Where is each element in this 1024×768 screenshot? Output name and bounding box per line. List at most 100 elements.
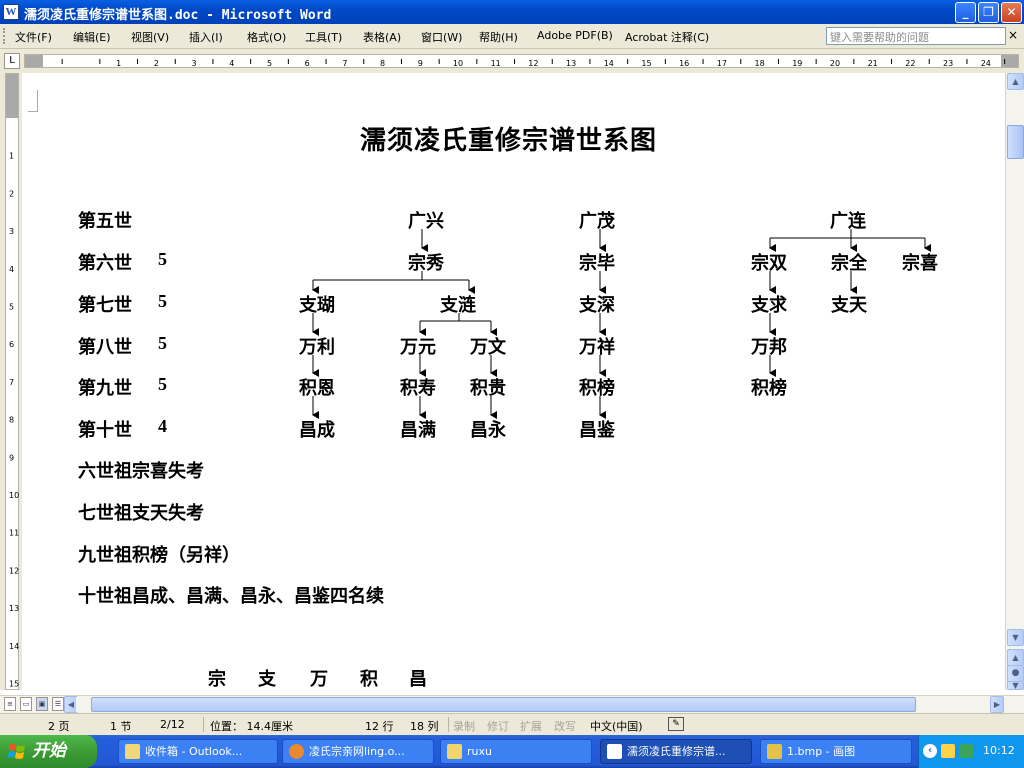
generation-label: 第七世: [78, 295, 132, 315]
web-layout-view-icon[interactable]: ▭: [20, 697, 32, 711]
note-line: 六世祖宗喜失考: [78, 461, 204, 481]
taskbar-button-label: 濡须凌氏重修宗谱...: [627, 745, 726, 758]
next-page-icon[interactable]: ▼: [1007, 681, 1024, 690]
document-page[interactable]: 濡须凌氏重修宗谱世系图 第五世 第六世 5 第七世 5 第八世 5 第九世 5 …: [22, 73, 1005, 695]
horizontal-scrollbar[interactable]: [76, 697, 1004, 712]
show-hidden-icons-icon[interactable]: ‹: [923, 744, 937, 758]
taskbar-browser[interactable]: 凌氏宗亲网ling.o...: [282, 739, 434, 764]
tree-node: 昌鉴: [579, 420, 615, 440]
generation-label: 第六世: [78, 253, 132, 273]
menu-view[interactable]: 视图(V): [131, 29, 169, 45]
generation-label: 第八世: [78, 337, 132, 357]
start-label: 开始: [32, 741, 66, 761]
ruler-tick-label: 11: [491, 59, 501, 68]
ruler-tick-label: 20: [830, 59, 840, 68]
horizontal-ruler[interactable]: 1 2 3 4 5 6 7 8 9 10 11 12 13 14 15 16 17 18 19 20 21 22 23 24: [24, 54, 1019, 68]
menu-adobe-pdf[interactable]: Adobe PDF(B): [537, 29, 613, 42]
ruler-tick-label: 13: [9, 604, 19, 613]
ruler-tick-label: 6: [9, 340, 14, 349]
tree-node: 支瑚: [299, 295, 335, 315]
ruler-tick-label: 5: [267, 59, 272, 68]
tree-node: 广连: [830, 211, 866, 231]
taskbar-paint[interactable]: 1.bmp - 画图: [760, 739, 912, 764]
ruler-tick-label: 1: [116, 59, 121, 68]
menu-acrobat-comments[interactable]: Acrobat 注释(C): [625, 29, 709, 45]
toolbar-grip[interactable]: [3, 28, 6, 44]
word-app-icon[interactable]: W: [3, 4, 19, 20]
ruler-tick-label: 7: [9, 378, 14, 387]
title-bar: W 濡须凌氏重修宗谱世系图.doc - Microsoft Word _ ❐ ✕: [0, 0, 1024, 24]
vertical-scrollbar[interactable]: ▲ ▼ ▲ ● ▼: [1005, 73, 1024, 690]
status-track-changes[interactable]: 修订: [487, 718, 509, 734]
tree-node: 积寿: [400, 378, 436, 398]
tree-node: 宗全: [831, 253, 867, 273]
ruler-tick-label: 23: [943, 59, 953, 68]
status-page: 2 页: [48, 720, 70, 733]
menu-window[interactable]: 窗口(W): [421, 29, 462, 45]
tree-node: 支涟: [440, 295, 476, 315]
scroll-down-icon[interactable]: ▼: [1007, 629, 1024, 646]
tab-selector-icon[interactable]: L: [4, 53, 20, 69]
note-line: 七世祖支天失考: [78, 503, 204, 523]
outline-view-icon[interactable]: ☰: [52, 697, 64, 711]
tree-node: 宗秀: [408, 253, 444, 273]
ruler-tick-label: 3: [192, 59, 197, 68]
menu-tools[interactable]: 工具(T): [305, 29, 342, 45]
menu-insert[interactable]: 插入(I): [189, 29, 223, 45]
ruler-tick-label: 18: [755, 59, 765, 68]
generation-label: 第十世: [78, 420, 132, 440]
help-search-input[interactable]: 键入需要帮助的问题: [826, 27, 1006, 45]
previous-page-icon[interactable]: ▲: [1007, 649, 1024, 666]
folder-icon: [447, 744, 462, 759]
vertical-ruler[interactable]: 1 2 3 4 5 6 7 8 9 10 11 12 13 14 15: [5, 73, 19, 690]
windows-logo-icon: [8, 744, 25, 759]
paint-icon: [767, 744, 782, 759]
scroll-up-icon[interactable]: ▲: [1007, 73, 1024, 90]
network-icon[interactable]: [959, 744, 973, 758]
taskbar-outlook[interactable]: 收件箱 - Outlook...: [118, 739, 278, 764]
maximize-button[interactable]: ❐: [978, 2, 999, 23]
menu-file[interactable]: 文件(F): [15, 29, 52, 45]
taskbar-word-document[interactable]: 濡须凌氏重修宗谱...: [600, 739, 752, 764]
ruler-tick-label: 13: [566, 59, 576, 68]
horizontal-scroll-thumb[interactable]: [91, 697, 916, 712]
select-browse-object-icon[interactable]: ●: [1007, 665, 1024, 682]
scroll-right-icon[interactable]: ▶: [990, 696, 1004, 713]
tree-node: 宗喜: [902, 253, 938, 273]
close-document-icon[interactable]: ×: [1008, 28, 1018, 42]
system-tray: ‹ 10:12: [918, 735, 1024, 768]
spelling-grammar-icon[interactable]: ✎: [668, 717, 684, 731]
ruler-tick-label: 12: [9, 566, 19, 575]
print-layout-view-icon[interactable]: ▣: [36, 697, 48, 711]
status-extend-selection[interactable]: 扩展: [520, 718, 542, 734]
ruler-tick-label: 11: [9, 529, 19, 538]
tree-node: 积恩: [299, 378, 335, 398]
note-line: 九世祖积榜（另祥）: [78, 545, 240, 565]
minimize-button[interactable]: _: [955, 2, 976, 23]
status-record-macro[interactable]: 录制: [453, 718, 475, 734]
tree-node: 宗毕: [579, 253, 615, 273]
tray-app-icon[interactable]: [941, 744, 955, 758]
status-overtype[interactable]: 改写: [554, 718, 576, 734]
taskbar-folder[interactable]: ruxu: [440, 739, 592, 764]
generation-label: 第九世: [78, 378, 132, 398]
menu-bar: 文件(F) 编辑(E) 视图(V) 插入(I) 格式(O) 工具(T) 表格(A…: [0, 24, 1024, 49]
menu-edit[interactable]: 编辑(E): [73, 29, 111, 45]
window-title: 濡须凌氏重修宗谱世系图.doc - Microsoft Word: [24, 8, 332, 23]
menu-table[interactable]: 表格(A): [363, 29, 401, 45]
ruler-tick-label: 15: [641, 59, 651, 68]
tree-node: 昌成: [299, 420, 335, 440]
note-line: 十世祖昌成、昌满、昌永、昌鉴四名续: [78, 586, 384, 606]
normal-view-icon[interactable]: ≡: [4, 697, 16, 711]
tree-node: 万利: [299, 337, 335, 357]
menu-help[interactable]: 帮助(H): [479, 29, 518, 45]
vertical-scroll-thumb[interactable]: [1007, 125, 1024, 159]
generation-count: 5: [158, 374, 167, 394]
firefox-icon: [289, 744, 304, 759]
start-button[interactable]: 开始: [0, 735, 97, 768]
tree-node: 广兴: [408, 211, 444, 231]
ruler-tick-label: 2: [154, 59, 159, 68]
ruler-tick-label: 9: [418, 59, 423, 68]
close-button[interactable]: ✕: [1001, 2, 1022, 23]
menu-format[interactable]: 格式(O): [247, 29, 286, 45]
